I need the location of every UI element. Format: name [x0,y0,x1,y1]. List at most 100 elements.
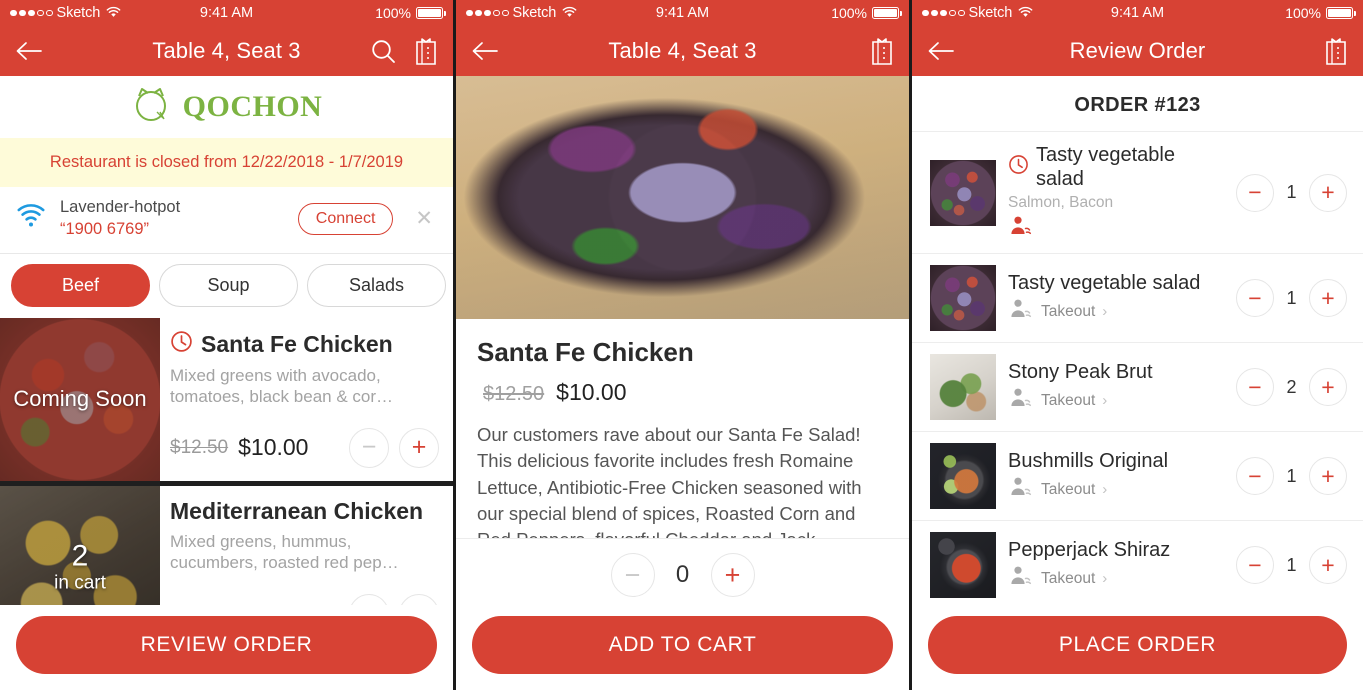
in-cart-badge: 2 in cart [0,540,160,594]
back-arrow-icon[interactable] [926,40,956,62]
clock-icon [1008,154,1029,181]
connect-button[interactable]: Connect [297,202,394,235]
order-row[interactable]: Tasty vegetable salad Takeout › − 1 + [912,253,1363,342]
order-item-service-label: Takeout [1041,480,1096,498]
order-item-name: Stony Peak Brut [1008,361,1153,383]
order-item-name: Bushmills Original [1008,450,1169,472]
order-row[interactable]: Pepperjack Shiraz Takeout › − 1 + [912,520,1363,605]
brand-name: QOCHON [182,90,323,123]
back-arrow-icon[interactable] [14,40,44,62]
increment-button[interactable]: + [1309,173,1347,212]
category-tab-soup[interactable]: Soup [159,263,298,307]
decrement-button[interactable]: − [1236,368,1274,406]
order-item-name: Pepperjack Shiraz [1008,539,1171,561]
wifi-icon [16,204,46,233]
item-price-row: $12.50 $10.00 [477,379,888,406]
decrement-button[interactable]: − [349,593,389,605]
waiter-icon-active [1008,215,1034,242]
menu-item-thumbnail: 2 in cart [0,485,160,605]
decrement-button[interactable]: − [1236,546,1274,584]
order-row[interactable]: Tasty vegetable salad Salmon, Bacon − 1 … [912,131,1363,253]
increment-button[interactable]: + [1309,279,1347,317]
order-item-meta[interactable]: Takeout › [1008,387,1224,414]
menu-item-stepper: − + [349,593,439,605]
wifi-status-icon [106,6,121,21]
increment-button[interactable]: + [1309,457,1347,495]
decrement-button[interactable]: − [1236,173,1274,212]
review-order-button[interactable]: REVIEW ORDER [16,616,437,674]
category-tab-salads[interactable]: Salads [307,263,446,307]
order-item-list: Tasty vegetable salad Salmon, Bacon − 1 … [912,131,1363,605]
chevron-right-icon: › [1102,481,1108,498]
order-item-meta[interactable] [1008,215,1224,242]
quantity-stepper: − 0 + [456,538,909,605]
decrement-button[interactable]: − [349,427,389,468]
status-bar: Sketch 9:41 AM 100% [456,0,909,26]
search-icon[interactable] [370,38,397,65]
order-item-service-label: Takeout [1041,302,1096,320]
carrier-label: Sketch [56,5,101,21]
increment-button[interactable]: + [1309,546,1347,584]
order-item-title-row: Pepperjack Shiraz [1008,538,1224,562]
order-item-stepper: − 1 + [1236,457,1347,495]
decrement-button[interactable]: − [1236,457,1274,495]
menu-item-row[interactable]: 2 in cart Mediterranean Chicken Mixed gr… [0,485,453,605]
quantity-value: 0 [675,561,690,588]
menu-item-body: Mediterranean Chicken Mixed greens, humm… [160,486,453,605]
nav-actions [869,36,895,66]
order-row[interactable]: Stony Peak Brut Takeout › − 2 + [912,342,1363,431]
wifi-details: Lavender-hotpot “1900 6769” [60,197,284,241]
wifi-network-name: Lavender-hotpot [60,198,181,216]
category-tabs[interactable]: Beef Soup Salads [0,253,453,318]
place-order-button[interactable]: PLACE ORDER [928,616,1347,674]
increment-button[interactable]: + [1309,368,1347,406]
add-to-cart-button[interactable]: ADD TO CART [472,616,893,674]
close-icon[interactable]: ✕ [407,208,439,229]
menu-item-title-row: Santa Fe Chicken [170,330,439,358]
increment-button[interactable]: + [710,553,755,597]
menu-item-price-row: − + [170,593,439,605]
item-old-price: $12.50 [483,383,545,405]
screen-review-order: Sketch 9:41 AM 100% Review Order ORDER #… [912,0,1363,690]
battery-percent-label: 100% [1285,5,1321,21]
order-item-title-row: Bushmills Original [1008,449,1224,473]
back-arrow-icon[interactable] [470,40,500,62]
order-item-thumbnail [930,159,996,226]
category-tab-beef[interactable]: Beef [11,263,150,307]
menu-item-description: Mixed greens, hummus, cucumbers, roasted… [170,531,399,573]
order-item-thumbnail [930,532,996,598]
wifi-password: “1900 6769” [60,219,149,238]
quantity-value: 1 [1286,554,1297,575]
decrement-button[interactable]: − [610,553,655,597]
item-detail-body: Santa Fe Chicken $12.50 $10.00 Our custo… [456,319,909,538]
order-item-info: Pepperjack Shiraz Takeout › [1008,538,1224,592]
status-bar: Sketch 9:41 AM 100% [912,0,1363,26]
receipt-icon[interactable] [413,36,439,66]
battery-percent-label: 100% [375,5,411,21]
menu-item-name: Santa Fe Chicken [201,330,393,357]
order-item-meta[interactable]: Takeout › [1008,565,1224,592]
order-item-info: Stony Peak Brut Takeout › [1008,360,1224,414]
menu-item-stepper: − + [349,427,439,468]
order-row[interactable]: Bushmills Original Takeout › − 1 + [912,431,1363,520]
order-item-thumbnail [930,443,996,509]
item-price: $10.00 [556,379,627,405]
battery-icon [872,7,902,19]
status-bar-left: Sketch [10,5,121,21]
menu-item-row[interactable]: Coming Soon Santa Fe Chicken Mixed green… [0,317,453,486]
receipt-icon[interactable] [869,36,895,66]
increment-button[interactable]: + [399,593,439,605]
order-item-meta[interactable]: Takeout › [1008,298,1224,325]
order-item-meta[interactable]: Takeout › [1008,476,1224,503]
decrement-button[interactable]: − [1236,279,1274,317]
increment-button[interactable]: + [399,427,439,468]
order-item-stepper: − 1 + [1236,546,1347,584]
menu-item-old-price: $12.50 [170,436,229,458]
order-item-thumbnail [930,265,996,331]
battery-icon [1326,7,1356,19]
receipt-icon[interactable] [1323,36,1349,66]
page-title: Review Order [1069,38,1206,63]
order-item-name: Tasty vegetable salad [1036,144,1175,190]
order-item-service-label: Takeout [1041,569,1096,587]
waiter-icon [1008,387,1034,414]
